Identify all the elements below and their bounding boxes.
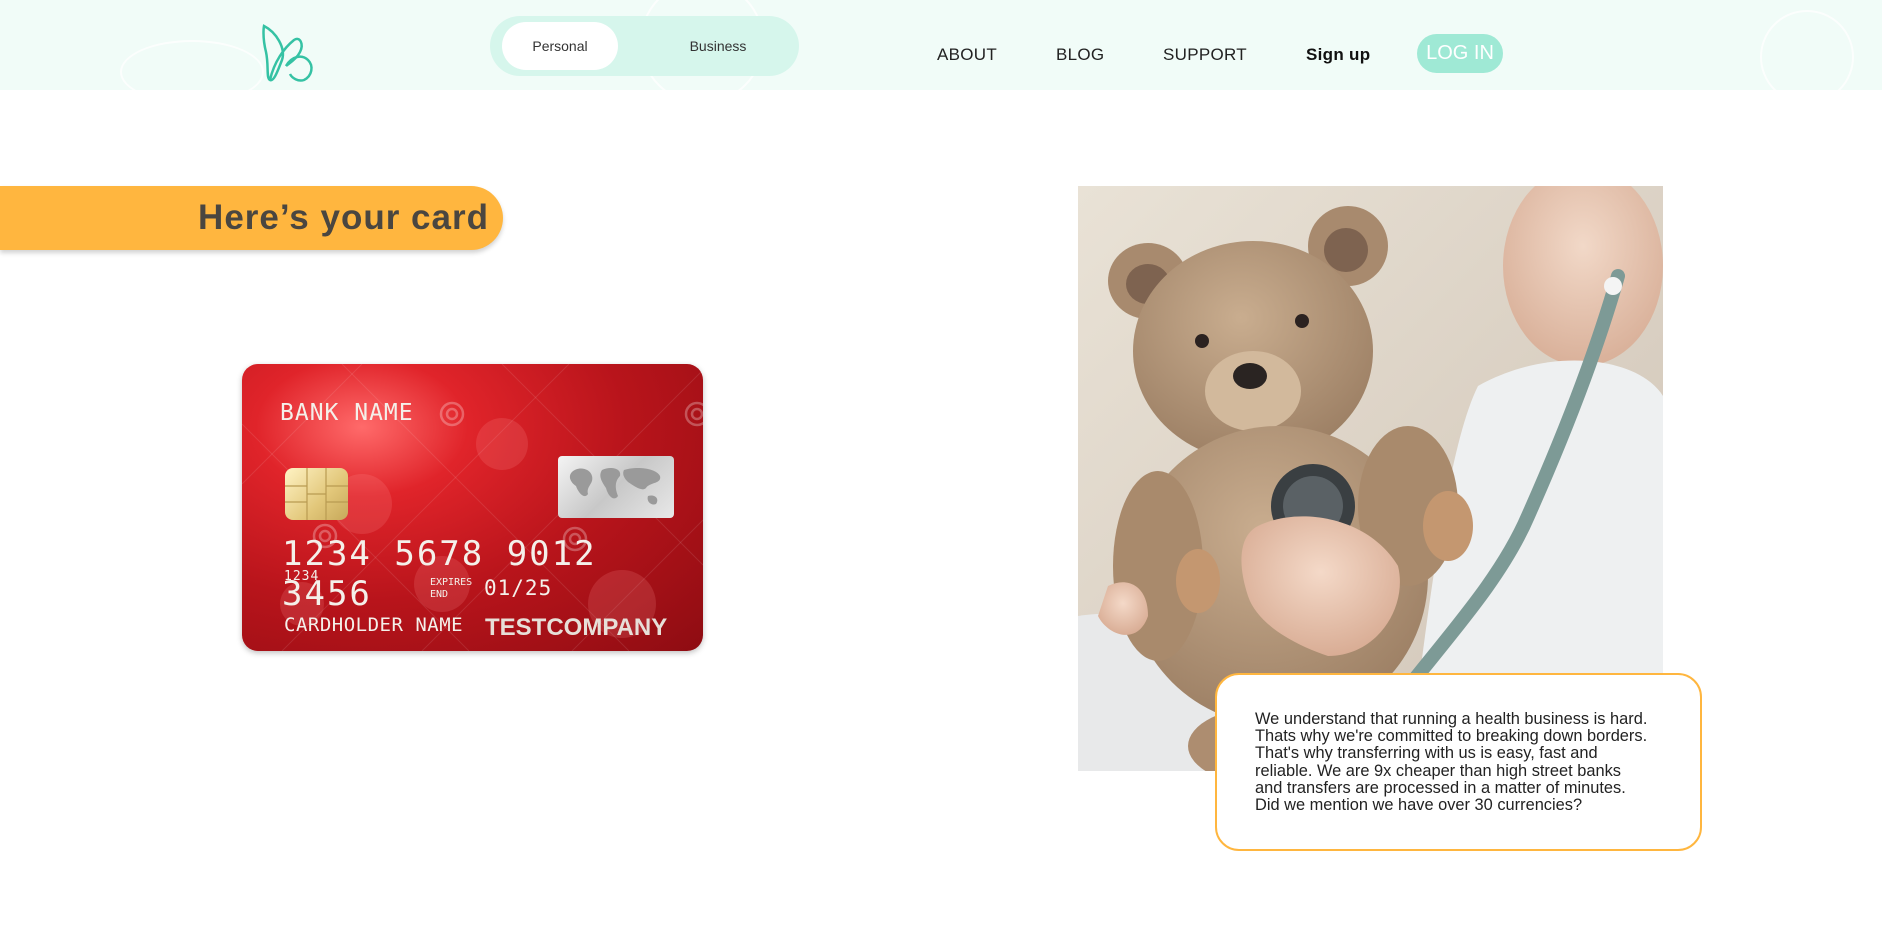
- brand-logo-icon[interactable]: [258, 22, 318, 84]
- info-line: We understand that running a health busi…: [1255, 710, 1648, 728]
- info-line: reliable. We are 9x cheaper than high st…: [1255, 761, 1621, 780]
- info-line: That's why transferring with us is easy,…: [1255, 744, 1598, 763]
- toggle-personal[interactable]: Personal: [502, 22, 618, 70]
- info-line: and transfers are processed in a matter …: [1255, 778, 1626, 797]
- card-number: 1234 5678 9012 3456: [282, 534, 597, 614]
- card-expires-label: EXPIRES END: [430, 577, 472, 601]
- nav-about-link[interactable]: ABOUT: [937, 45, 997, 65]
- header-decoration: [1760, 10, 1854, 90]
- card-sub-number: 1234: [284, 569, 320, 584]
- card-holder-name: CARDHOLDER NAME: [284, 614, 464, 636]
- banner-title: Here’s your card: [198, 198, 489, 237]
- expires-label-line-2: END: [430, 589, 449, 600]
- chip-icon: [285, 468, 348, 520]
- nav-blog-link[interactable]: BLOG: [1056, 45, 1104, 65]
- account-type-toggle[interactable]: Personal Business: [490, 16, 799, 76]
- signup-link[interactable]: Sign up: [1306, 45, 1370, 65]
- card-expiry: 01/25: [484, 576, 553, 600]
- world-map-icon: [558, 456, 674, 518]
- toggle-business[interactable]: Business: [648, 22, 788, 70]
- login-button[interactable]: LOG IN: [1417, 34, 1503, 73]
- expires-label-line-1: EXPIRES: [430, 577, 473, 588]
- header: Personal Business ABOUT BLOG SUPPORT Sig…: [0, 0, 1882, 90]
- info-textbox: We understand that running a health busi…: [1215, 673, 1702, 851]
- credit-card-image: BANK NAME 1234 5678 9012 3456 1234 EXPIR…: [242, 364, 703, 651]
- nav-support-link[interactable]: SUPPORT: [1163, 45, 1247, 65]
- info-line: Did we mention we have over 30 currencie…: [1255, 796, 1583, 815]
- card-company: TESTCOMPANY: [485, 614, 668, 641]
- card-banner: Here’s your card: [0, 186, 503, 250]
- card-bank-name: BANK NAME: [280, 400, 414, 426]
- header-decoration: [120, 40, 264, 90]
- info-line: Thats why we're committed to breaking do…: [1255, 727, 1648, 746]
